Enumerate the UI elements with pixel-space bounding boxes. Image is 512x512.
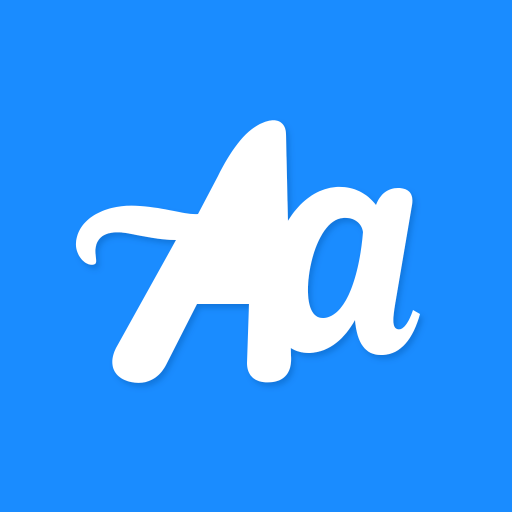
- lowercase-a-glyph: [269, 186, 420, 356]
- aa-letters: [75, 120, 420, 383]
- app-icon: [0, 0, 512, 512]
- capital-a-glyph: [75, 120, 292, 383]
- aa-logo-glyph: [75, 120, 420, 383]
